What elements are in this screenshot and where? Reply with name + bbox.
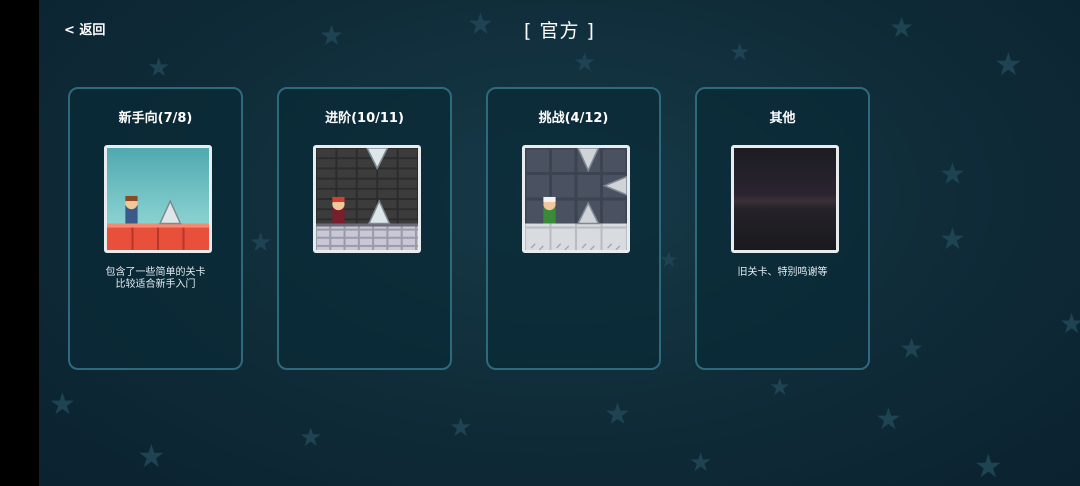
star-icon: ★ — [299, 423, 323, 453]
level-category-card-other[interactable]: 其他 旧关卡、特别鸣谢等 — [695, 87, 870, 370]
card-title: 新手向(7/8) — [118, 111, 193, 126]
star-icon: ★ — [659, 248, 679, 273]
star-icon: ★ — [604, 397, 631, 432]
star-icon: ★ — [449, 413, 473, 443]
card-title: 进阶(10/11) — [325, 111, 404, 126]
level-preview-other — [731, 145, 839, 253]
star-icon: ★ — [689, 448, 713, 478]
card-title: 挑战(4/12) — [538, 111, 609, 126]
star-icon: ★ — [1059, 307, 1080, 340]
star-icon: ★ — [939, 157, 966, 192]
game-screen: ★ ★ ★ ★ ★ ★ ★ ★ ★ ★ ★ ★ ★ ★ ★ ★ ★ ★ ★ ★ … — [39, 0, 1080, 486]
card-description: 包含了一些简单的关卡 比较适合新手入门 — [105, 267, 206, 290]
star-icon: ★ — [729, 38, 751, 66]
card-description: 旧关卡、特别鸣谢等 — [737, 267, 828, 278]
level-preview-beginner — [104, 145, 212, 253]
level-category-card-advanced[interactable]: 进阶(10/11) — [277, 87, 452, 370]
star-icon: ★ — [899, 332, 925, 365]
card-description — [287, 267, 442, 291]
star-icon: ★ — [974, 447, 1003, 485]
level-preview-challenge — [522, 145, 630, 253]
star-icon: ★ — [249, 228, 273, 258]
star-icon: ★ — [875, 402, 902, 437]
star-icon: ★ — [147, 53, 171, 83]
card-title: 其他 — [769, 111, 796, 126]
card-description — [496, 267, 651, 291]
page-title: [ 官方 ] — [524, 20, 595, 42]
level-category-card-beginner[interactable]: 新手向(7/8) 包含了一些简单的关卡 比较适合新手入门 — [68, 87, 243, 370]
star-icon: ★ — [994, 45, 1023, 83]
star-icon: ★ — [573, 48, 597, 78]
level-category-card-challenge[interactable]: 挑战(4/12) — [486, 87, 661, 370]
star-icon: ★ — [49, 387, 76, 422]
star-icon: ★ — [939, 222, 966, 257]
star-icon: ★ — [769, 373, 791, 401]
level-preview-advanced — [313, 145, 421, 253]
star-icon: ★ — [137, 437, 166, 475]
